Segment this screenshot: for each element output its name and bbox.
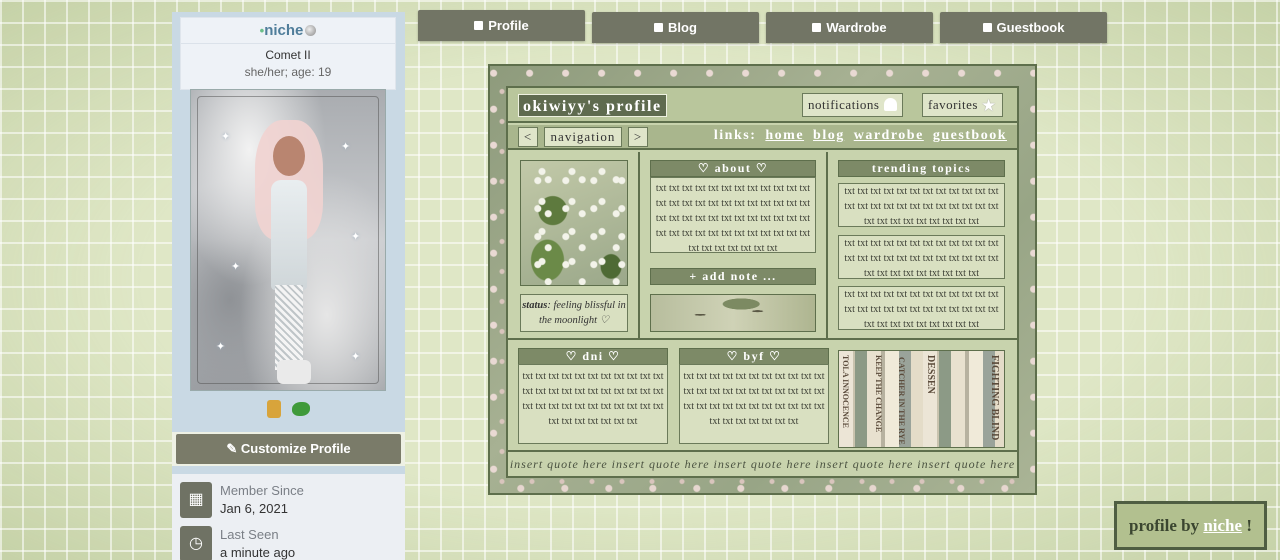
credit-author-link[interactable]: niche xyxy=(1203,516,1242,535)
member-since-value: Jan 6, 2021 xyxy=(220,501,288,516)
sparkle-icon: ✦ xyxy=(221,131,231,143)
trending-text: txt txt txt txt txt txt txt txt txt txt … xyxy=(844,289,999,330)
user-level: Comet II xyxy=(265,48,311,62)
stats-card: ▦ Member Since Jan 6, 2021 ◷ Last Seen a… xyxy=(172,474,405,560)
tab-profile[interactable]: Profile xyxy=(418,10,585,41)
about-text: txt txt txt txt txt txt txt txt txt txt … xyxy=(655,183,811,251)
upper-content: status: feeling blissful in the moonligh… xyxy=(508,152,1017,340)
profile-layout: okiwiyy's profile notifications favorite… xyxy=(506,86,1019,478)
dni-text: txt txt txt txt txt txt txt txt txt txt … xyxy=(522,371,664,427)
document-icon xyxy=(654,23,664,32)
sparkle-icon: ✦ xyxy=(351,351,361,363)
book-title: DESSEN xyxy=(925,355,936,394)
sparkle-icon: ✦ xyxy=(231,261,241,273)
book-title: TOLA INNOCENCE xyxy=(841,355,850,428)
book-title: FIGHTING BLIND xyxy=(989,355,1000,441)
links-bar: links: home blog wardrobe guestbook xyxy=(714,128,1007,144)
profile-header-bar: okiwiyy's profile notifications favorite… xyxy=(508,88,1017,123)
status-label: status xyxy=(522,300,548,311)
tab-wardrobe[interactable]: Wardrobe xyxy=(766,12,933,43)
dni-header: ♡ dni ♡ xyxy=(518,348,668,365)
profile-sidebar: •niche Comet II she/her; age: 19 ✦ ✦ ✦ ✦… xyxy=(172,12,405,560)
nav-next-button[interactable]: > xyxy=(628,127,648,147)
tab-blog-label: Blog xyxy=(668,20,697,35)
notifications-label: notifications xyxy=(808,97,880,112)
wardrobe-icon xyxy=(812,23,822,32)
birds-illustration xyxy=(650,294,816,332)
links-label: links: xyxy=(713,128,757,143)
link-blog[interactable]: blog xyxy=(813,128,845,143)
tab-wardrobe-label: Wardrobe xyxy=(826,20,887,35)
trending-topic-box: txt txt txt txt txt txt txt txt txt txt … xyxy=(838,235,1005,279)
bookshelf-photo: TOLA INNOCENCE KEEP THE CHANGE CATCHER I… xyxy=(838,350,1005,448)
last-seen-label: Last Seen xyxy=(220,527,279,542)
user-card: •niche Comet II she/her; age: 19 xyxy=(180,17,396,90)
profile-layout-frame: okiwiyy's profile notifications favorite… xyxy=(488,64,1037,495)
badges-row xyxy=(172,398,405,419)
sparkle-icon: ✦ xyxy=(216,341,226,353)
clock-calendar-icon: ◷ xyxy=(180,526,212,560)
link-home[interactable]: home xyxy=(765,128,804,143)
status-text: : feeling blissful in the moonlight ♡ xyxy=(538,300,626,326)
book-title: CATCHER IN THE RYE xyxy=(897,357,906,445)
profile-title: okiwiyy's profile xyxy=(518,94,667,117)
add-note-button[interactable]: + add note ... xyxy=(650,268,816,285)
person-icon xyxy=(474,21,484,30)
credit-suffix: ! xyxy=(1246,516,1252,535)
tab-guestbook-label: Guestbook xyxy=(996,20,1065,35)
leaves-photo xyxy=(520,160,628,286)
credit-prefix: profile by xyxy=(1129,516,1200,535)
tab-blog[interactable]: Blog xyxy=(592,12,759,43)
trending-topic-box: txt txt txt txt txt txt txt txt txt txt … xyxy=(838,286,1005,330)
tab-guestbook[interactable]: Guestbook xyxy=(940,12,1107,43)
username-row: •niche xyxy=(181,18,395,44)
about-header: ♡ about ♡ xyxy=(650,160,816,177)
navigation-label: navigation xyxy=(544,127,622,147)
user-pronouns: she/her; age: 19 xyxy=(244,65,332,79)
favorites-label: favorites xyxy=(928,97,978,112)
calendar-icon: ▦ xyxy=(180,482,212,518)
member-since-label: Member Since xyxy=(220,483,304,498)
avatar-figure xyxy=(251,120,327,384)
username[interactable]: niche xyxy=(264,22,303,39)
paint-icon: ✎ xyxy=(226,441,241,456)
tab-profile-label: Profile xyxy=(488,18,529,33)
lantern-badge-icon[interactable] xyxy=(266,400,281,419)
link-guestbook[interactable]: guestbook xyxy=(933,128,1007,143)
quote-bar: insert quote here insert quote here inse… xyxy=(508,450,1017,476)
notifications-button[interactable]: notifications xyxy=(802,93,903,117)
shell-icon xyxy=(305,25,317,36)
customize-profile-label: Customize Profile xyxy=(240,441,351,456)
nav-prev-button[interactable]: < xyxy=(518,127,538,147)
byf-text: txt txt txt txt txt txt txt txt txt txt … xyxy=(683,371,825,427)
about-box: txt txt txt txt txt txt txt txt txt txt … xyxy=(650,177,816,253)
byf-header: ♡ byf ♡ xyxy=(679,348,829,365)
link-wardrobe[interactable]: wardrobe xyxy=(854,128,924,143)
dni-box: txt txt txt txt txt txt txt txt txt txt … xyxy=(518,364,668,444)
byf-box: txt txt txt txt txt txt txt txt txt txt … xyxy=(679,364,829,444)
last-seen-value: a minute ago xyxy=(220,545,296,560)
star-icon: ★ xyxy=(980,96,997,115)
customize-profile-button[interactable]: ✎ Customize Profile xyxy=(176,434,401,464)
avatar-image: ✦ ✦ ✦ ✦ ✦ ✦ xyxy=(190,89,386,391)
navigation-bar: < navigation > links: home blog wardrobe… xyxy=(508,125,1017,150)
customize-wrap: ✎ Customize Profile xyxy=(172,432,405,466)
book-title: KEEP THE CHANGE xyxy=(874,355,883,433)
sparkle-icon: ✦ xyxy=(351,231,361,243)
bell-icon xyxy=(883,98,897,111)
trending-text: txt txt txt txt txt txt txt txt txt txt … xyxy=(844,238,999,279)
status-box: status: feeling blissful in the moonligh… xyxy=(520,294,628,332)
frog-badge-icon[interactable] xyxy=(292,402,310,417)
guestbook-icon xyxy=(982,23,992,32)
trending-text: txt txt txt txt txt txt txt txt txt txt … xyxy=(844,186,999,227)
favorites-button[interactable]: favorites ★ xyxy=(922,93,1003,117)
lower-content: ♡ dni ♡ txt txt txt txt txt txt txt txt … xyxy=(508,342,1017,450)
trending-topic-box: txt txt txt txt txt txt txt txt txt txt … xyxy=(838,183,1005,227)
profile-credit: profile by niche ! xyxy=(1114,501,1267,550)
sparkle-icon: ✦ xyxy=(341,141,351,153)
trending-topics-header: trending topics xyxy=(838,160,1005,177)
